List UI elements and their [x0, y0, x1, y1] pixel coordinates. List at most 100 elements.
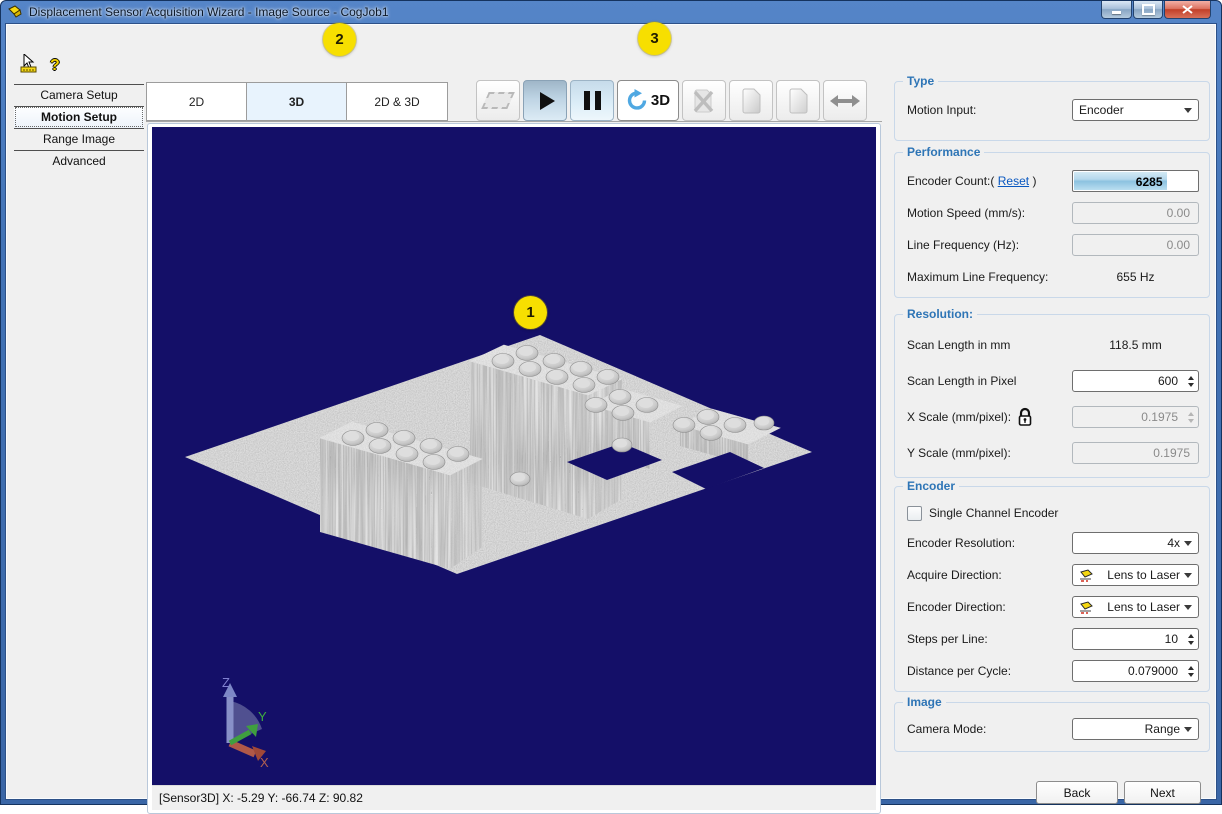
- motion-speed-field: 0.00: [1072, 202, 1199, 224]
- spin-down-icon[interactable]: [1188, 641, 1194, 645]
- distance-per-cycle-label: Distance per Cycle:: [907, 664, 1011, 678]
- steps-per-line-label: Steps per Line:: [907, 632, 988, 646]
- pan-horizontal-button[interactable]: [823, 80, 867, 121]
- y-scale-field: 0.1975: [1072, 442, 1199, 464]
- encoder-count-field[interactable]: 6285: [1072, 170, 1199, 192]
- axis-triad: Z Y X: [200, 671, 280, 769]
- spin-up-icon[interactable]: [1188, 634, 1194, 638]
- 3d-viewport[interactable]: Z Y X: [152, 127, 876, 785]
- single-channel-encoder-label: Single Channel Encoder: [929, 506, 1058, 520]
- spinner-arrows[interactable]: [1183, 661, 1198, 681]
- viewport-statusbar: [Sensor3D] X: -5.29 Y: -66.74 Z: 90.82: [152, 785, 876, 810]
- chevron-down-icon: [1184, 108, 1192, 113]
- refresh-3d-label: 3D: [651, 92, 670, 109]
- type-group: Type Motion Input: Encoder: [894, 81, 1210, 141]
- reset-link[interactable]: Reset: [998, 174, 1029, 188]
- chevron-down-icon: [1184, 573, 1192, 578]
- acquire-direction-dropdown[interactable]: Lens to Laser: [1072, 564, 1199, 586]
- roi-region-button[interactable]: [476, 80, 520, 121]
- encoder-resolution-dropdown[interactable]: 4x: [1072, 532, 1199, 554]
- chevron-down-icon: [1184, 541, 1192, 546]
- play-button[interactable]: [523, 80, 567, 121]
- encoder-direction-dropdown[interactable]: Lens to Laser: [1072, 596, 1199, 618]
- encoder-group-title: Encoder: [903, 479, 959, 493]
- scan-length-pixel-label: Scan Length in Pixel: [907, 374, 1016, 388]
- spin-down-icon[interactable]: [1188, 383, 1194, 387]
- distance-per-cycle-spinner[interactable]: 0.079000: [1072, 660, 1199, 682]
- chevron-down-icon: [1184, 605, 1192, 610]
- scan-length-mm-value: 118.5 mm: [1072, 338, 1199, 352]
- tab-3d[interactable]: 3D: [247, 83, 347, 120]
- lens-to-laser-icon: [1079, 569, 1096, 582]
- encoder-resolution-label: Encoder Resolution:: [907, 536, 1015, 550]
- axis-y-label: Y: [258, 709, 267, 724]
- tab-underline: [146, 121, 882, 122]
- sidebar-item-range-image[interactable]: Range Image: [14, 128, 144, 150]
- client-area: ? Camera Setup Motion Setup Range Image …: [5, 23, 1217, 800]
- encoder-direction-value: Lens to Laser: [1096, 600, 1184, 614]
- minimize-icon: [1112, 11, 1121, 14]
- camera-mode-dropdown[interactable]: Range: [1072, 718, 1199, 740]
- help-icon[interactable]: ?: [50, 57, 60, 75]
- motion-input-dropdown[interactable]: Encoder: [1072, 99, 1199, 121]
- tab-2d[interactable]: 2D: [147, 83, 247, 120]
- steps-per-line-spinner[interactable]: 10: [1072, 628, 1199, 650]
- spin-up-icon[interactable]: [1188, 666, 1194, 670]
- back-button[interactable]: Back: [1036, 781, 1118, 804]
- refresh-3d-button[interactable]: 3D: [617, 80, 679, 121]
- spinner-arrows[interactable]: [1183, 629, 1198, 649]
- viewport-container: Z Y X [Sensor3D] X: -5.29 Y: -66.74 Z: 9…: [147, 123, 881, 814]
- lock-icon[interactable]: [1017, 407, 1033, 427]
- motion-speed-label: Motion Speed (mm/s):: [907, 206, 1025, 220]
- pointer-measure-tool-icon[interactable]: [20, 54, 40, 77]
- discard-image-icon: [691, 88, 717, 114]
- pause-icon: [584, 91, 601, 110]
- close-button[interactable]: [1164, 1, 1211, 19]
- app-icon: [8, 5, 24, 19]
- encoder-direction-label: Encoder Direction:: [907, 600, 1006, 614]
- steps-per-line-value: 10: [1073, 629, 1183, 649]
- x-scale-spinner: 0.1975: [1072, 406, 1199, 428]
- horizontal-arrow-icon: [830, 94, 860, 108]
- tab-2d-and-3d[interactable]: 2D & 3D: [347, 83, 447, 120]
- wizard-step-nav: Camera Setup Motion Setup Range Image Ad…: [14, 84, 144, 172]
- pause-button[interactable]: [570, 80, 614, 121]
- roi-region-icon: [481, 92, 515, 109]
- titlebar: Displacement Sensor Acquisition Wizard -…: [1, 1, 1221, 23]
- single-channel-encoder-checkbox[interactable]: [907, 506, 922, 521]
- axis-z-label: Z: [222, 675, 230, 690]
- discard-image-button[interactable]: [682, 80, 726, 121]
- scan-length-pixel-spinner[interactable]: 600: [1072, 370, 1199, 392]
- window-title: Displacement Sensor Acquisition Wizard -…: [29, 5, 389, 19]
- sidebar-item-motion-setup[interactable]: Motion Setup: [14, 106, 144, 128]
- performance-group-title: Performance: [903, 145, 984, 159]
- encoder-count-fill: 6285: [1074, 172, 1167, 190]
- spin-up-icon[interactable]: [1188, 376, 1194, 380]
- load-image-button[interactable]: [776, 80, 820, 121]
- motion-input-label: Motion Input:: [907, 103, 976, 117]
- x-scale-value: 0.1975: [1073, 407, 1183, 427]
- sidebar-item-advanced[interactable]: Advanced: [14, 150, 144, 172]
- next-button[interactable]: Next: [1124, 781, 1201, 804]
- save-image-button[interactable]: [729, 80, 773, 121]
- acquire-direction-label: Acquire Direction:: [907, 568, 1002, 582]
- page-icon: [787, 88, 809, 114]
- spin-down-icon[interactable]: [1188, 673, 1194, 677]
- motion-input-value: Encoder: [1079, 103, 1184, 117]
- callout-3: 3: [638, 22, 671, 55]
- resolution-group: Resolution: Scan Length in mm 118.5 mm S…: [894, 314, 1210, 478]
- encoder-count-value: 6285: [1136, 172, 1163, 190]
- resolution-group-title: Resolution:: [903, 307, 977, 321]
- line-frequency-field: 0.00: [1072, 234, 1199, 256]
- chevron-down-icon: [1184, 727, 1192, 732]
- image-group-title: Image: [903, 695, 946, 709]
- camera-mode-label: Camera Mode:: [907, 722, 986, 736]
- spinner-arrows[interactable]: [1183, 371, 1198, 391]
- camera-mode-value: Range: [1079, 722, 1184, 736]
- scan-length-mm-label: Scan Length in mm: [907, 338, 1010, 352]
- sidebar-item-camera-setup[interactable]: Camera Setup: [14, 84, 144, 106]
- maximize-button[interactable]: [1133, 1, 1163, 19]
- minimize-button[interactable]: [1101, 1, 1132, 19]
- acquisition-toolbar: 3D: [476, 80, 870, 121]
- x-scale-label: X Scale (mm/pixel):: [907, 410, 1011, 424]
